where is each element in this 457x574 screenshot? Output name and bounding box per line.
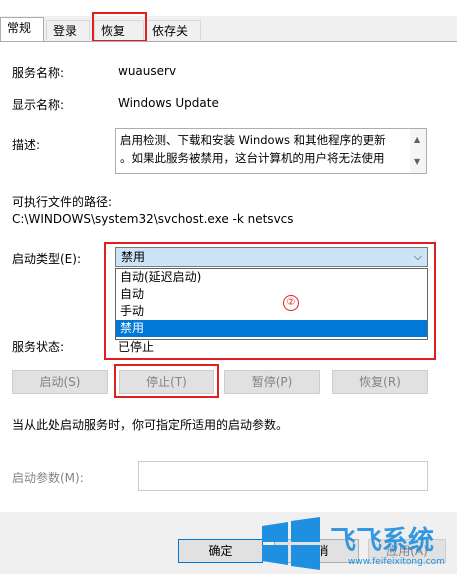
display-name-label: 显示名称: [12,98,65,112]
exe-path-value: C:\WINDOWS\system32\svchost.exe -k netsv… [12,212,294,226]
tab-general-label: 常规 [7,21,32,35]
service-status-value: 已停止 [118,340,155,354]
ok-button[interactable]: 确定 [178,539,263,563]
startup-type-label: 启动类型(E): [12,252,81,266]
scroll-up-icon[interactable]: ▲ [414,131,420,149]
description-textbox[interactable]: 启用检测、下载和安装 Windows 和其他程序的更新 。如果此服务被禁用，这台… [115,128,427,174]
stop-button-highlight [114,364,219,398]
start-params-input[interactable] [138,461,428,491]
description-scrollbar[interactable]: ▲ ▼ [410,129,426,173]
start-params-label: 启动参数(M): [12,471,84,485]
service-status-label: 服务状态: [12,340,65,354]
tab-general[interactable]: 常规 [0,17,44,42]
watermark-brand: 飞飞系统 [330,526,435,556]
start-params-hint: 当从此处启动服务时，你可指定所适用的启动参数。 [12,418,289,432]
service-name-value: wuauserv [118,64,177,78]
service-name-label: 服务名称: [12,66,65,80]
pause-service-button[interactable]: 暂停(P) [224,370,320,394]
tab-dependencies[interactable]: 依存关系 [145,20,201,58]
tab-login[interactable]: 登录 [46,20,90,40]
recovery-tab-highlight [92,12,147,42]
description-line-1: 启用检测、下载和安装 Windows 和其他程序的更新 [120,133,386,147]
description-label: 描述: [12,138,41,152]
window-top-strip [0,0,457,16]
watermark-logo: 飞飞系统 www.feifeixitong.com [262,514,457,571]
description-line-2: 。如果此服务被禁用，这台计算机的用户将无法使用 [120,151,385,165]
start-service-button[interactable]: 启动(S) [12,370,108,394]
tab-login-label: 登录 [53,24,78,38]
watermark-url: www.feifeixitong.com [348,557,445,567]
scroll-down-icon[interactable]: ▼ [414,153,420,171]
exe-path-label: 可执行文件的路径: [12,195,113,209]
resume-service-button[interactable]: 恢复(R) [332,370,428,394]
display-name-value: Windows Update [118,96,219,110]
